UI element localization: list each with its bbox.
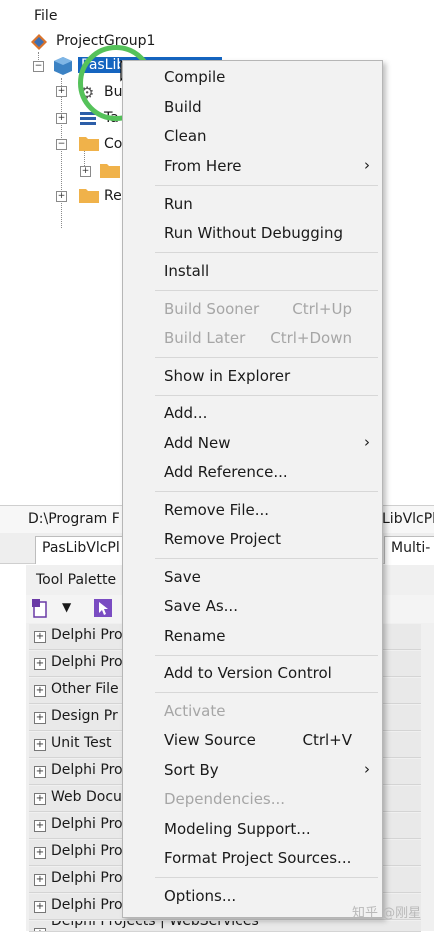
shortcut-text: Ctrl+V	[302, 731, 352, 749]
expand-icon: +	[34, 847, 46, 859]
palette-item[interactable]: +Delphi Projects | WebServices	[29, 921, 421, 932]
expand-icon: +	[34, 901, 46, 913]
menu-separator	[155, 185, 378, 186]
path-text: D:\Program F	[28, 511, 120, 527]
expand-icon: +	[34, 766, 46, 778]
menu-item-build[interactable]: Build	[123, 94, 382, 122]
menu-separator	[155, 290, 378, 291]
expand-icon: +	[34, 658, 46, 670]
target-expand-toggle[interactable]: +	[56, 113, 67, 124]
new-item-icon[interactable]	[32, 599, 50, 619]
expand-icon: +	[34, 712, 46, 724]
tool-palette-title: Tool Palette	[36, 572, 117, 588]
tab-project[interactable]: PasLibVlcPl	[35, 536, 127, 564]
menu-item-format-project-sources[interactable]: Format Project Sources...	[123, 845, 382, 873]
subfolder-icon	[99, 161, 121, 179]
expand-icon: +	[34, 685, 46, 697]
expand-icon: +	[34, 820, 46, 832]
menu-separator	[155, 357, 378, 358]
menu-separator	[155, 655, 378, 656]
menu-separator	[155, 395, 378, 396]
watermark: 知乎 @刚星	[352, 906, 422, 921]
menu-item-options[interactable]: Options...	[123, 883, 382, 911]
menu-item-remove-file[interactable]: Remove File...	[123, 497, 382, 525]
menu-item-run-without-debugging[interactable]: Run Without Debugging	[123, 220, 382, 248]
menu-item-install[interactable]: Install	[123, 258, 382, 286]
project-icon	[53, 56, 73, 76]
dropdown-arrow-icon[interactable]: ▼	[62, 600, 71, 614]
shortcut-text: Ctrl+Up	[292, 300, 352, 318]
menu-separator	[155, 558, 378, 559]
subfolder-expand-toggle[interactable]: +	[80, 166, 91, 177]
contains-collapse-toggle[interactable]: −	[56, 139, 67, 150]
menu-separator	[155, 252, 378, 253]
expand-icon: +	[34, 739, 46, 751]
menu-item-add-to-version-control[interactable]: Add to Version Control	[123, 660, 382, 688]
requires-expand-toggle[interactable]: +	[56, 191, 67, 202]
submenu-arrow-icon: ›	[364, 156, 370, 174]
menu-item-remove-project[interactable]: Remove Project	[123, 526, 382, 554]
menu-item-build-later: Build Later Ctrl+Down	[164, 329, 352, 347]
shortcut-text: Ctrl+Down	[270, 329, 352, 347]
menu-separator	[155, 491, 378, 492]
requires-folder-icon	[78, 186, 100, 204]
menu-item-build-sooner: Build Sooner Ctrl+Up	[164, 300, 352, 318]
expand-icon: +	[34, 874, 46, 886]
menu-item-rename[interactable]: Rename	[123, 623, 382, 651]
menu-item-dependencies: Dependencies...	[164, 790, 286, 808]
path-text-right: LibVlcPl	[382, 511, 434, 527]
tree-child-contains[interactable]: Co	[104, 136, 122, 152]
project-group-icon	[30, 33, 48, 51]
build-config-expand-toggle[interactable]: +	[56, 86, 67, 97]
menu-item-save-as[interactable]: Save As...	[123, 593, 382, 621]
menu-item-add[interactable]: Add...	[123, 400, 382, 428]
menu-separator	[155, 877, 378, 878]
project-collapse-toggle[interactable]: −	[33, 61, 44, 72]
menu-item-from-here[interactable]: From Here ›	[123, 153, 382, 181]
context-menu: Compile Build Clean From Here › Run Run W…	[122, 60, 383, 918]
menubar: File	[0, 0, 434, 30]
pointer-tool-icon[interactable]	[94, 598, 112, 618]
menu-item-clean[interactable]: Clean	[123, 123, 382, 151]
menu-item-run[interactable]: Run	[123, 191, 382, 219]
file-menu[interactable]: File	[34, 8, 57, 24]
tab-multi[interactable]: Multi-	[384, 536, 434, 564]
menu-item-activate: Activate	[164, 702, 226, 720]
expand-icon: +	[34, 793, 46, 805]
menu-item-sort-by[interactable]: Sort By ›	[123, 757, 382, 785]
menu-separator	[155, 692, 378, 693]
menu-item-view-source[interactable]: View Source Ctrl+V	[123, 727, 382, 755]
menu-item-compile[interactable]: Compile	[123, 64, 382, 92]
menu-item-add-new[interactable]: Add New ›	[123, 430, 382, 458]
submenu-arrow-icon: ›	[364, 760, 370, 778]
menu-item-show-in-explorer[interactable]: Show in Explorer	[123, 363, 382, 391]
tree-child-requires[interactable]: Re	[104, 188, 122, 204]
menu-item-add-reference[interactable]: Add Reference...	[123, 459, 382, 487]
menu-item-modeling-support[interactable]: Modeling Support...	[123, 816, 382, 844]
expand-icon: +	[34, 631, 46, 643]
menu-item-save[interactable]: Save	[123, 564, 382, 592]
folder-icon	[78, 134, 100, 152]
expand-icon: +	[34, 928, 46, 931]
submenu-arrow-icon: ›	[364, 433, 370, 451]
